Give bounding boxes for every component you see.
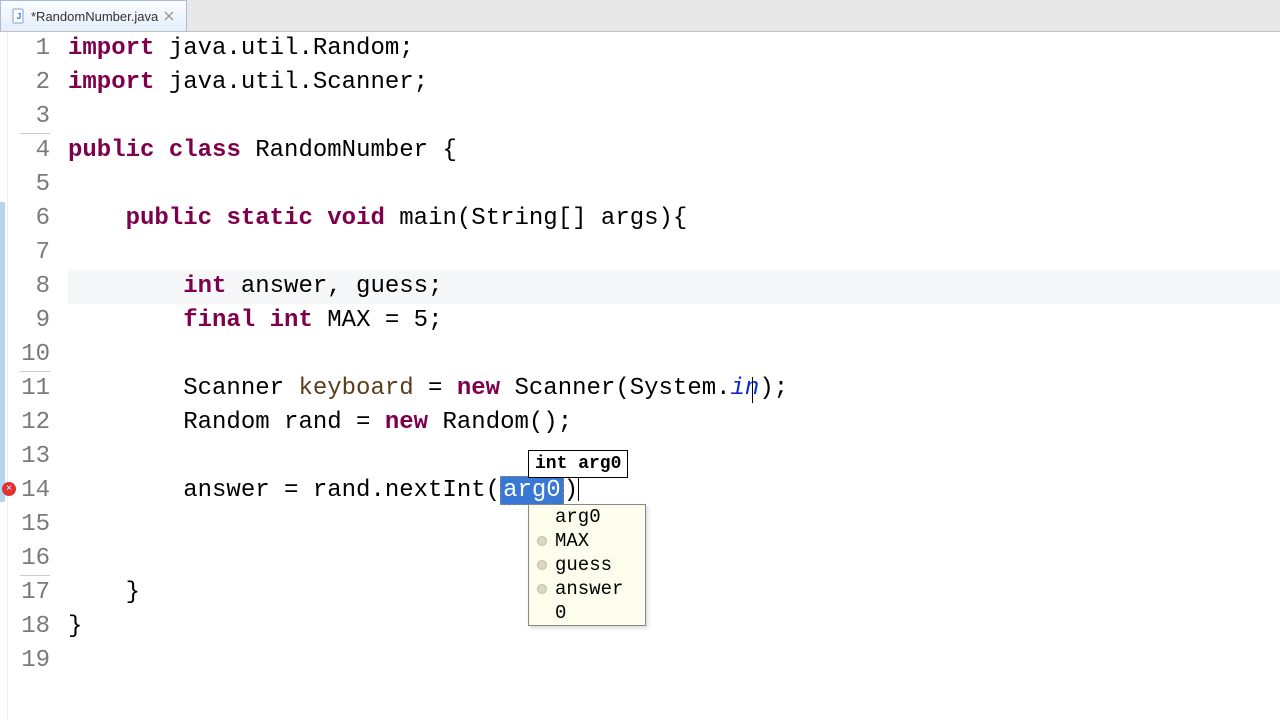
code-editor[interactable]: 1 2 3 4 5 6 7 8 9 10 11 12 13 × 14 15 16… [0, 32, 1280, 720]
code-line[interactable]: import java.util.Scanner; [68, 66, 1280, 100]
line-number: 16 [8, 542, 50, 576]
code-line[interactable]: final int MAX = 5; [68, 304, 1280, 338]
code-line[interactable] [68, 644, 1280, 678]
code-line[interactable] [68, 168, 1280, 202]
parameter-selection[interactable]: arg0 [500, 476, 564, 505]
text-caret [578, 475, 579, 501]
line-number: 11 [8, 372, 50, 406]
line-number: 1 [8, 32, 50, 66]
secondary-caret [752, 377, 753, 403]
code-line[interactable]: public class RandomNumber { [68, 134, 1280, 168]
line-number: 3 [8, 100, 50, 134]
code-line[interactable] [68, 100, 1280, 134]
line-number: 8 [8, 270, 50, 304]
code-line[interactable] [68, 236, 1280, 270]
variable-icon [537, 536, 547, 546]
editor-tab[interactable]: J *RandomNumber.java [0, 0, 187, 31]
code-line[interactable] [68, 338, 1280, 372]
code-area[interactable]: import java.util.Random; import java.uti… [56, 32, 1280, 720]
code-line[interactable]: int answer, guess; [68, 270, 1280, 304]
code-line[interactable] [68, 542, 1280, 576]
line-number: 4 [8, 134, 50, 168]
code-line[interactable]: Random rand = new Random(); [68, 406, 1280, 440]
svg-text:J: J [17, 12, 21, 21]
autocomplete-item[interactable]: answer [529, 577, 645, 601]
autocomplete-item[interactable]: 0 [529, 601, 645, 625]
code-line[interactable]: Scanner keyboard = new Scanner(System.in… [68, 372, 1280, 406]
line-number: 10 [8, 338, 50, 372]
code-line[interactable]: import java.util.Random; [68, 32, 1280, 66]
line-number-gutter: 1 2 3 4 5 6 7 8 9 10 11 12 13 × 14 15 16… [8, 32, 56, 720]
line-number: 5 [8, 168, 50, 202]
code-line[interactable] [68, 440, 1280, 474]
autocomplete-item[interactable]: MAX [529, 529, 645, 553]
line-number: 18 [8, 610, 50, 644]
line-number: 12 [8, 406, 50, 440]
variable-icon [537, 584, 547, 594]
java-file-icon: J [11, 8, 27, 24]
line-number: 6 [8, 202, 50, 236]
line-number: × 14 [8, 474, 50, 508]
code-line[interactable]: answer = rand.nextInt(arg0) [68, 474, 1280, 508]
tab-title: *RandomNumber.java [31, 9, 158, 24]
parameter-hint-tooltip: int arg0 [528, 450, 628, 478]
line-number: 15 [8, 508, 50, 542]
line-number: 17 [8, 576, 50, 610]
close-tab-icon[interactable] [162, 9, 176, 23]
autocomplete-popup[interactable]: arg0 MAX guess answer 0 [528, 504, 646, 626]
tab-bar: J *RandomNumber.java [0, 0, 1280, 32]
autocomplete-item[interactable]: guess [529, 553, 645, 577]
variable-icon [537, 560, 547, 570]
code-line[interactable] [68, 508, 1280, 542]
error-icon[interactable]: × [2, 482, 16, 496]
line-number: 19 [8, 644, 50, 678]
code-line[interactable]: } [68, 576, 1280, 610]
code-line[interactable]: public static void main(String[] args){ [68, 202, 1280, 236]
line-number: 2 [8, 66, 50, 100]
code-line[interactable]: } [68, 610, 1280, 644]
left-ruler [0, 32, 8, 720]
autocomplete-item[interactable]: arg0 [529, 505, 645, 529]
line-number: 9 [8, 304, 50, 338]
line-number: 13 [8, 440, 50, 474]
line-number: 7 [8, 236, 50, 270]
